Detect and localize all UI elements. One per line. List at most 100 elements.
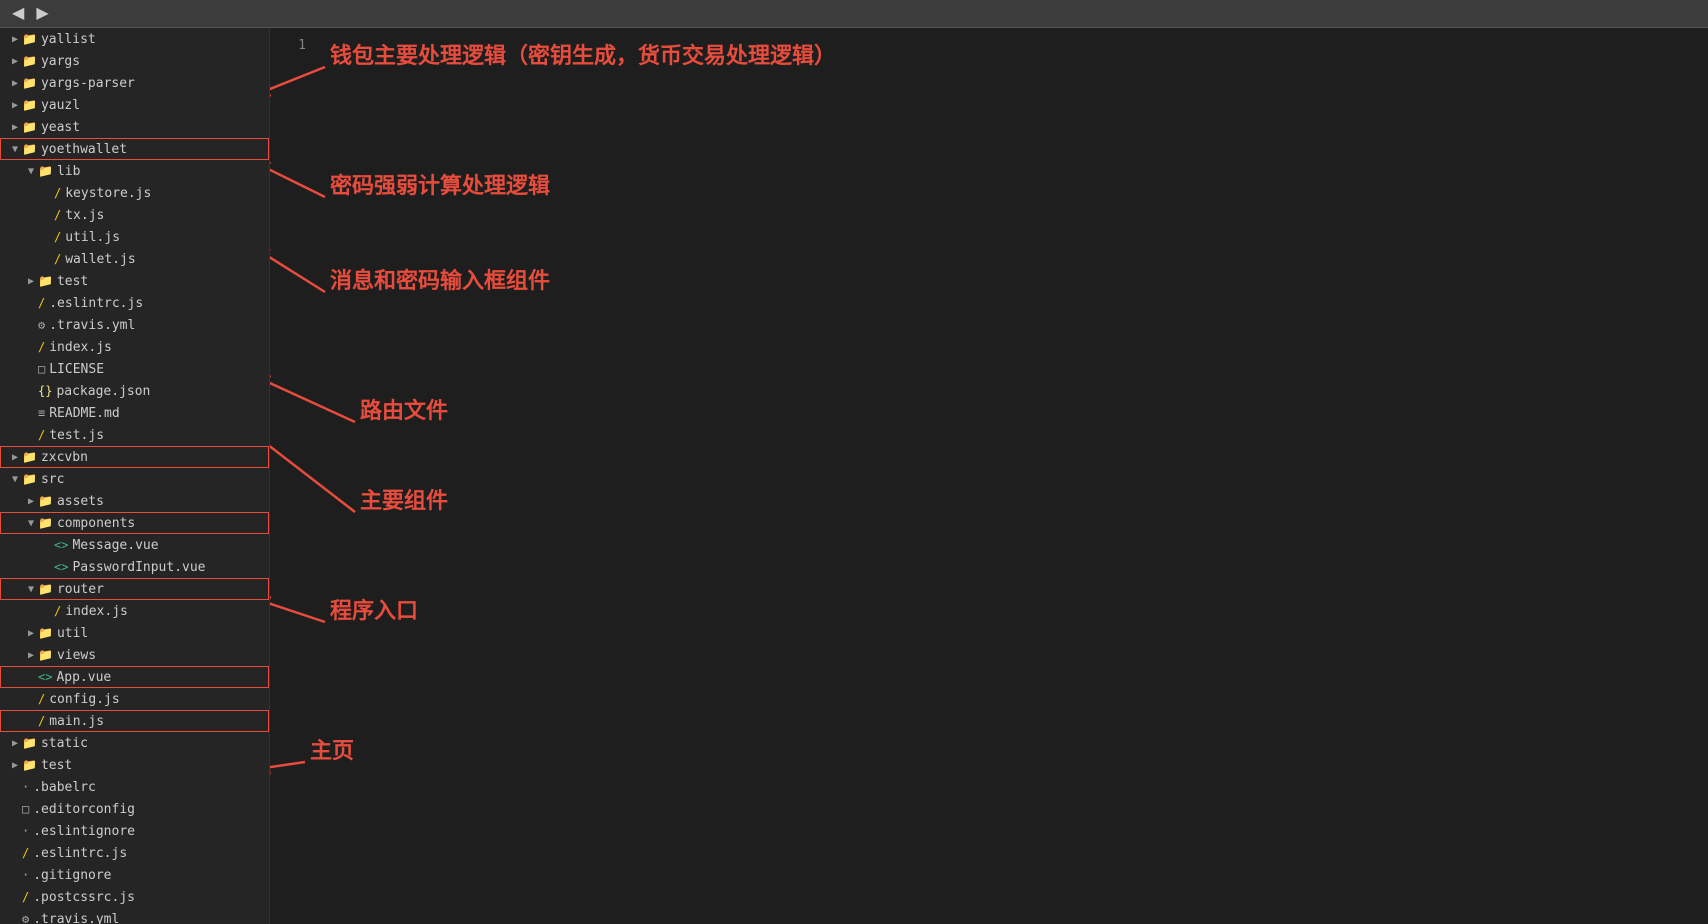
editor-content [315, 28, 1708, 924]
tree-item-yargs[interactable]: ▶📁yargs [0, 50, 269, 72]
file-icon-tx.js: / [54, 208, 61, 222]
folder-arrow-util: ▶ [24, 628, 38, 639]
tree-label-.editorconfig: .editorconfig [33, 802, 135, 817]
tree-label-wallet.js: wallet.js [65, 252, 135, 267]
tree-item-util.js[interactable]: /util.js [0, 226, 269, 248]
tree-item-assets[interactable]: ▶📁assets [0, 490, 269, 512]
tree-item-.eslintrc.js2[interactable]: / .eslintrc.js [0, 842, 269, 864]
file-icon-README.md: ≡ [38, 406, 45, 420]
tree-item-PasswordInput.vue[interactable]: <> PasswordInput.vue [0, 556, 269, 578]
tree-item-yallist[interactable]: ▶📁yallist [0, 28, 269, 50]
tree-label-zxcvbn: zxcvbn [41, 450, 88, 465]
tree-item-.babelrc[interactable]: ·.babelrc [0, 776, 269, 798]
tree-item-test2[interactable]: ▶📁test [0, 754, 269, 776]
folder-arrow-yoethwallet: ▼ [8, 144, 22, 155]
tree-item-zxcvbn[interactable]: ▶📁zxcvbn [0, 446, 269, 468]
tree-item-yeast[interactable]: ▶📁yeast [0, 116, 269, 138]
tree-item-components[interactable]: ▼📁components [0, 512, 269, 534]
tree-label-PasswordInput.vue: PasswordInput.vue [72, 560, 205, 575]
folder-icon-assets: 📁 [38, 494, 53, 508]
tree-label-test2: test [41, 758, 72, 773]
file-icon-.eslintignore: · [22, 824, 29, 838]
tree-item-README.md[interactable]: ≡ README.md [0, 402, 269, 424]
back-button[interactable]: ◀ [8, 6, 28, 22]
tree-item-test.js[interactable]: /test.js [0, 424, 269, 446]
tree-item-.travis.yml2[interactable]: ⚙.travis.yml [0, 908, 269, 924]
line-numbers: 1 [270, 28, 310, 57]
tree-item-yauzl[interactable]: ▶📁yauzl [0, 94, 269, 116]
tree-label-src: src [41, 472, 64, 487]
tree-item-index.js[interactable]: /index.js [0, 336, 269, 358]
tree-item-static[interactable]: ▶📁static [0, 732, 269, 754]
tree-label-LICENSE: LICENSE [49, 362, 104, 377]
tree-item-App.vue[interactable]: <>App.vue [0, 666, 269, 688]
tree-label-App.vue: App.vue [56, 670, 111, 685]
tree-item-keystore.js[interactable]: / keystore.js [0, 182, 269, 204]
file-icon-LICENSE: □ [38, 362, 45, 376]
tree-label-README.md: README.md [49, 406, 119, 421]
tree-label-yargs: yargs [41, 54, 80, 69]
folder-arrow-lib: ▼ [24, 166, 38, 177]
tree-label-.eslintignore: .eslintignore [33, 824, 135, 839]
folder-icon-lib: 📁 [38, 164, 53, 178]
file-icon-test.js: / [38, 428, 45, 442]
folder-icon-yauzl: 📁 [22, 98, 37, 112]
toolbar: ◀ ▶ [0, 0, 1708, 28]
folder-icon-src: 📁 [22, 472, 37, 486]
tree-item-package.json[interactable]: {}package.json [0, 380, 269, 402]
file-icon-router-index.js: / [54, 604, 61, 618]
tree-item-.gitignore[interactable]: ·.gitignore [0, 864, 269, 886]
file-tree: ▶📁yallist▶📁yargs▶📁yargs-parser▶📁yauzl▶📁y… [0, 28, 270, 924]
folder-icon-yargs: 📁 [22, 54, 37, 68]
file-icon-wallet.js: / [54, 252, 61, 266]
folder-arrow-src: ▼ [8, 474, 22, 485]
tree-label-yoethwallet: yoethwallet [41, 142, 127, 157]
tree-item-yoethwallet[interactable]: ▼📁yoethwallet [0, 138, 269, 160]
tree-item-config.js[interactable]: /config.js [0, 688, 269, 710]
tree-label-router-index.js: index.js [65, 604, 128, 619]
forward-button[interactable]: ▶ [32, 6, 52, 22]
file-icon-PasswordInput.vue: <> [54, 560, 68, 574]
tree-item-yargs-parser[interactable]: ▶📁yargs-parser [0, 72, 269, 94]
tree-item-LICENSE[interactable]: □ LICENSE [0, 358, 269, 380]
tree-item-main.js[interactable]: /main.js [0, 710, 269, 732]
tree-label-router: router [57, 582, 104, 597]
tree-label-yallist: yallist [41, 32, 96, 47]
tree-label-.babelrc: .babelrc [33, 780, 96, 795]
tree-item-router-index.js[interactable]: / index.js [0, 600, 269, 622]
folder-icon-test: 📁 [38, 274, 53, 288]
tree-item-views[interactable]: ▶📁views [0, 644, 269, 666]
tree-label-.eslintrc.js2: .eslintrc.js [33, 846, 127, 861]
tree-label-components: components [57, 516, 135, 531]
file-icon-util.js: / [54, 230, 61, 244]
tree-item-lib[interactable]: ▼📁 lib [0, 160, 269, 182]
folder-arrow-yeast: ▶ [8, 122, 22, 133]
tree-item-util[interactable]: ▶📁util [0, 622, 269, 644]
tree-item-Message.vue[interactable]: <>Message.vue [0, 534, 269, 556]
file-icon-keystore.js: / [54, 186, 61, 200]
tree-label-lib: lib [57, 164, 80, 179]
tree-item-test[interactable]: ▶📁 test [0, 270, 269, 292]
tree-item-.editorconfig[interactable]: □.editorconfig [0, 798, 269, 820]
tree-item-tx.js[interactable]: /tx.js [0, 204, 269, 226]
tree-item-.travis.yml[interactable]: ⚙.travis.yml [0, 314, 269, 336]
tree-item-.eslintignore[interactable]: · .eslintignore [0, 820, 269, 842]
tree-item-.postcssrc.js[interactable]: /.postcssrc.js [0, 886, 269, 908]
tree-item-src[interactable]: ▼📁 src [0, 468, 269, 490]
file-icon-package.json: {} [38, 384, 52, 398]
tree-label-test: test [57, 274, 88, 289]
folder-arrow-views: ▶ [24, 650, 38, 661]
editor-area: 1 钱包主要处理逻辑（密钥生成，货币交易处理逻辑）密码强弱计算处理逻辑消息和密码… [270, 28, 1708, 924]
folder-arrow-test: ▶ [24, 276, 38, 287]
tree-item-.eslintrc.js[interactable]: /.eslintrc.js [0, 292, 269, 314]
tree-label-keystore.js: keystore.js [65, 186, 151, 201]
folder-arrow-zxcvbn: ▶ [8, 452, 22, 463]
folder-icon-components: 📁 [38, 516, 53, 530]
folder-icon-views: 📁 [38, 648, 53, 662]
file-icon-index.js: / [38, 340, 45, 354]
folder-arrow-yauzl: ▶ [8, 100, 22, 111]
file-icon-.eslintrc.js2: / [22, 846, 29, 860]
tree-item-wallet.js[interactable]: / wallet.js [0, 248, 269, 270]
tree-item-router[interactable]: ▼📁router [0, 578, 269, 600]
folder-icon-util: 📁 [38, 626, 53, 640]
